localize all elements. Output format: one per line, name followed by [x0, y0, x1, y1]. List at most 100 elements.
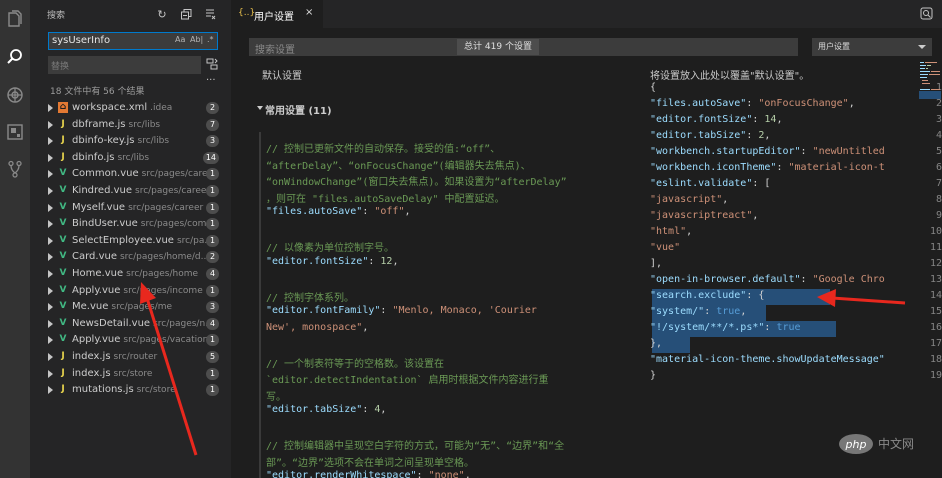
chevron-right-icon[interactable] [48, 120, 53, 129]
match-count-badge: 1 [206, 367, 219, 380]
search-icon[interactable] [4, 46, 26, 68]
replace-input[interactable]: 替换 [48, 56, 201, 74]
result-file-path: src/router [113, 351, 158, 362]
section-caret-icon[interactable] [257, 106, 263, 110]
vue-file-icon: V [59, 201, 67, 212]
match-count-badge: 14 [202, 151, 219, 164]
result-file-row[interactable]: V NewsDetail.vue src/pages/n... 4 [30, 316, 231, 333]
chevron-right-icon[interactable] [48, 104, 53, 112]
code-line: "javascriptreact", [650, 210, 758, 221]
code-line: { [650, 82, 656, 93]
code-token: "javascriptreact" [650, 210, 753, 221]
search-input[interactable]: sysUserInfo Aa Ab| .* [48, 32, 218, 50]
result-file-name: Apply.vue src/pages/income [72, 284, 203, 296]
comma: , [362, 321, 369, 333]
result-file-row[interactable]: Jdbframe.js src/libs 7 [30, 117, 231, 134]
result-file-row[interactable]: V Kindred.vue src/pages/career 1 [30, 183, 231, 200]
setting-key: "editor.tabSize" [266, 404, 363, 415]
extensions-icon[interactable] [4, 121, 26, 143]
code-token: true [716, 306, 741, 317]
result-file-row[interactable]: V Card.vue src/pages/home/d... 2 [30, 249, 231, 266]
result-file-row[interactable]: Jdbinfo.js src/libs 14 [30, 150, 231, 167]
comment-text: // 控制字体系列。 [266, 292, 355, 304]
code-line: "files.autoSave": "onFocusChange", [650, 98, 855, 109]
tab-user-settings[interactable]: {..} 用户设置 × [231, 0, 323, 28]
chevron-right-icon[interactable] [48, 336, 53, 345]
vue-file-icon: V [59, 301, 67, 312]
chevron-right-icon[interactable] [48, 153, 53, 162]
result-file-row[interactable]: Jdbinfo-key.js src/libs 3 [30, 133, 231, 150]
result-file-row[interactable]: V Myself.vue src/pages/career 1 [30, 200, 231, 217]
result-file-row[interactable]: V Apply.vue src/pages/income 1 [30, 283, 231, 300]
code-token: : [746, 130, 759, 141]
colon: : [380, 305, 393, 316]
code-line: // 控制字体系列。 [266, 289, 354, 304]
open-settings-json-icon[interactable] [920, 7, 934, 21]
chevron-right-icon[interactable] [48, 186, 53, 195]
code-token: "Google Chro [812, 274, 885, 285]
result-file-row[interactable]: ⌂ workspace.xml .idea 2 [30, 100, 231, 117]
chevron-right-icon[interactable] [48, 319, 53, 328]
chevron-right-icon[interactable] [48, 170, 53, 179]
chevron-right-icon[interactable] [48, 303, 53, 312]
result-file-row[interactable]: V Home.vue src/pages/home 4 [30, 266, 231, 283]
result-file-name: Apply.vue src/pages/vacation [72, 334, 209, 346]
result-file-row[interactable]: Jindex.js src/store 1 [30, 366, 231, 383]
collapse-all-icon[interactable] [179, 7, 193, 21]
code-token: : [ [752, 178, 771, 189]
chevron-down-icon [918, 45, 926, 49]
chevron-right-icon[interactable] [48, 386, 53, 395]
refresh-icon[interactable]: ↻ [155, 7, 169, 21]
result-file-row[interactable]: V BindUser.vue src/pages/com... 1 [30, 216, 231, 233]
match-count-badge: 4 [206, 317, 219, 330]
match-count-badge: 7 [206, 118, 219, 131]
chevron-right-icon[interactable] [48, 220, 53, 229]
match-case-toggle[interactable]: Aa [175, 35, 185, 44]
replace-all-icon[interactable] [206, 58, 220, 72]
more-actions-icon[interactable]: ··· [206, 75, 216, 86]
code-token: "workbench.startupEditor" [650, 146, 801, 157]
js-file-icon: J [61, 118, 65, 129]
line-number: 15 [929, 306, 942, 317]
regex-toggle[interactable]: .* [207, 35, 214, 44]
settings-scope-select[interactable]: 用户设置 [812, 38, 932, 56]
result-file-name: dbinfo.js src/libs [72, 151, 150, 163]
result-file-path: src/store [113, 368, 153, 379]
minimap[interactable] [918, 60, 942, 120]
user-settings-pane[interactable]: 将设置放入此处以覆盖"默认设置"。 1 2 3 4 5 6 7 8 9 10 11 12 13 14 15 1… [596, 60, 942, 478]
debug-icon[interactable] [4, 84, 26, 106]
result-file-row[interactable]: V SelectEmployee.vue src/pa... 1 [30, 233, 231, 250]
result-file-row[interactable]: V Common.vue src/pages/care... 1 [30, 166, 231, 183]
code-token: "open-in-browser.default" [650, 274, 801, 285]
line-number: 17 [929, 338, 942, 349]
source-control-icon[interactable] [4, 158, 26, 180]
js-file-icon: J [61, 151, 65, 162]
chevron-right-icon[interactable] [48, 203, 53, 212]
result-file-row[interactable]: V Apply.vue src/pages/vacation 1 [30, 332, 231, 349]
code-token: : [800, 146, 813, 157]
vue-file-icon: V [59, 334, 67, 345]
section-common-settings[interactable]: 常用设置 (11) [265, 102, 332, 117]
js-file-icon: J [61, 384, 65, 395]
clear-results-icon[interactable] [203, 7, 217, 21]
line-number: 11 [929, 242, 942, 253]
chevron-right-icon[interactable] [48, 286, 53, 295]
result-file-row[interactable]: Jmutations.js src/store 1 [30, 382, 231, 399]
line-number: 14 [929, 290, 942, 301]
code-line: // 以像素为单位控制字号。 [266, 239, 394, 254]
match-word-toggle[interactable]: Ab| [190, 35, 203, 44]
result-file-path: src/pages/income [123, 285, 203, 296]
code-line: "editor.tabSize": 4, [266, 404, 386, 415]
result-file-path: src/store [136, 385, 176, 396]
files-icon[interactable] [4, 8, 26, 30]
chevron-right-icon[interactable] [48, 269, 53, 278]
result-file-row[interactable]: Jindex.js src/router 5 [30, 349, 231, 366]
chevron-right-icon[interactable] [48, 369, 53, 378]
chevron-right-icon[interactable] [48, 137, 53, 146]
chevron-right-icon[interactable] [48, 352, 53, 361]
chevron-right-icon[interactable] [48, 253, 53, 262]
chevron-right-icon[interactable] [48, 236, 53, 245]
code-line: "editor.fontSize": 14, [650, 114, 782, 125]
result-file-row[interactable]: V Me.vue src/pages/me 3 [30, 299, 231, 316]
close-icon[interactable]: × [305, 7, 313, 18]
